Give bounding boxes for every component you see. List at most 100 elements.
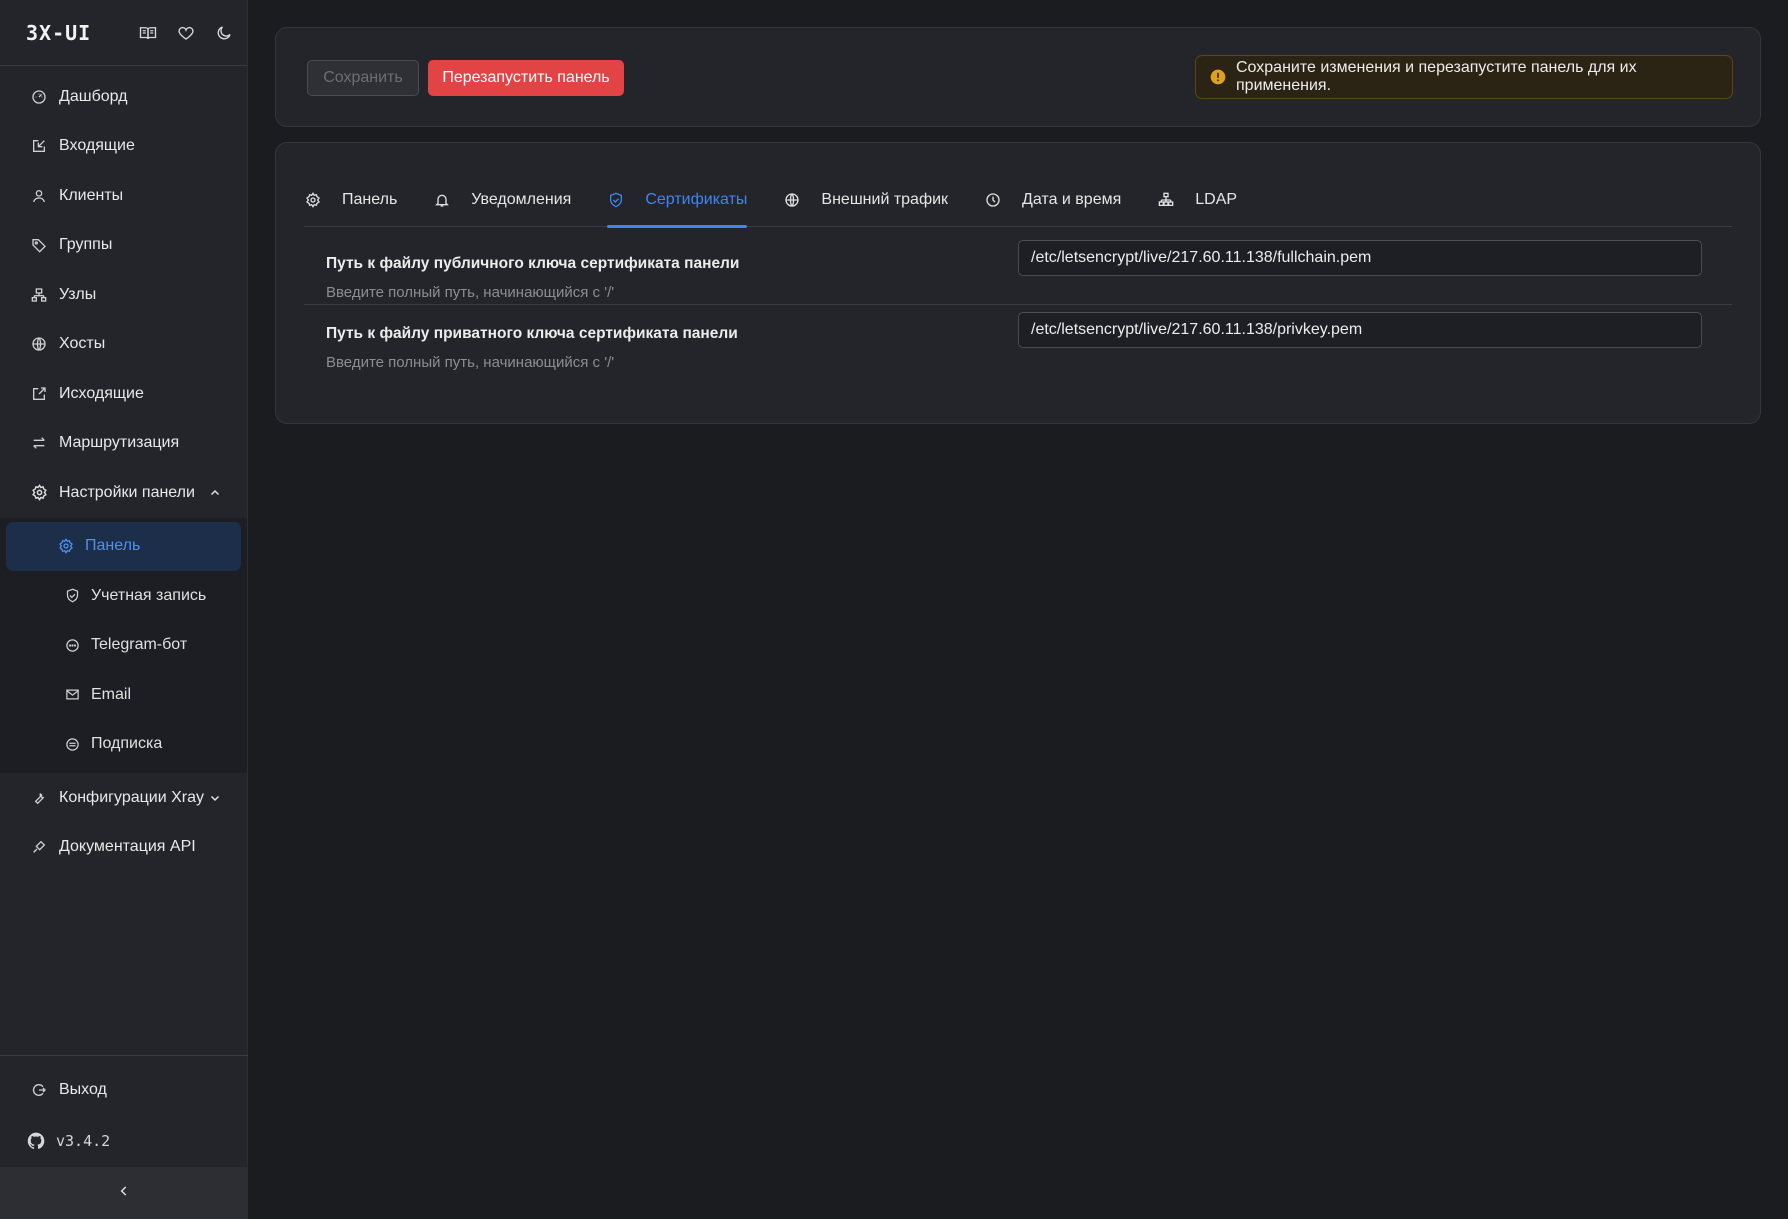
nav-item-panel-settings[interactable]: Настройки панели xyxy=(0,468,247,518)
settings-card: Панель Уведомления Сертификаты Внешний т… xyxy=(275,142,1761,424)
chat-icon xyxy=(64,637,80,653)
chevron-left-icon xyxy=(117,1184,131,1203)
shield-icon xyxy=(607,191,625,209)
sub-item-panel[interactable]: Панель xyxy=(6,521,241,571)
hierarchy-icon xyxy=(1157,191,1175,209)
gear-icon xyxy=(30,484,48,502)
sidebar-footer: Выход v3.4.2 xyxy=(0,1054,248,1168)
sidebar: 3X-UI Дашборд Входящие Клиенты Группы Уз… xyxy=(0,0,248,1219)
nav-item-xray-configs[interactable]: Конфигурации Xray xyxy=(0,773,247,823)
nav-item-nodes[interactable]: Узлы xyxy=(0,270,247,320)
nav-item-label: Клиенты xyxy=(59,186,124,204)
tab-notifications[interactable]: Уведомления xyxy=(433,173,571,227)
tab-date-time[interactable]: Дата и время xyxy=(984,173,1121,227)
sub-item-subscription[interactable]: Подписка xyxy=(6,720,241,770)
nav-item-label: Исходящие xyxy=(59,384,144,402)
sub-item-label: Email xyxy=(91,685,132,703)
api-icon xyxy=(30,838,48,856)
version-link[interactable]: v3.4.2 xyxy=(0,1115,248,1167)
sub-item-telegram[interactable]: Telegram-бот xyxy=(6,621,241,671)
public-key-path-input[interactable]: /etc/letsencrypt/live/217.60.11.138/full… xyxy=(1018,240,1702,276)
nav-item-label: Настройки панели xyxy=(59,483,195,501)
private-key-path-input[interactable]: /etc/letsencrypt/live/217.60.11.138/priv… xyxy=(1018,312,1702,348)
warning-alert: Сохраните изменения и перезапустите пане… xyxy=(1195,55,1733,99)
sub-item-label: Учетная запись xyxy=(91,586,207,604)
setting-description: Введите полный путь, начинающийся с '/' xyxy=(326,354,615,371)
tab-label: LDAP xyxy=(1195,191,1238,208)
tab-label: Дата и время xyxy=(1022,191,1122,208)
globe-icon xyxy=(30,335,48,353)
wrench-icon xyxy=(30,789,48,807)
brand-title: 3X-UI xyxy=(26,20,92,45)
tab-ldap[interactable]: LDAP xyxy=(1157,173,1237,227)
nav-item-outbounds[interactable]: Исходящие xyxy=(0,369,247,419)
user-icon xyxy=(30,187,48,205)
sub-item-email[interactable]: Email xyxy=(6,670,241,720)
outbound-icon xyxy=(30,385,48,403)
tab-certificates[interactable]: Сертификаты xyxy=(607,173,748,228)
tab-panel[interactable]: Панель xyxy=(304,173,397,227)
setting-title: Путь к файлу публичного ключа сертификат… xyxy=(326,255,740,272)
tab-label: Уведомления xyxy=(471,191,572,208)
alert-text: Сохраните изменения и перезапустите пане… xyxy=(1236,59,1637,94)
sub-item-account[interactable]: Учетная запись xyxy=(6,571,241,621)
clock-icon xyxy=(984,191,1002,209)
settings-tabs: Панель Уведомления Сертификаты Внешний т… xyxy=(304,173,1732,228)
nav-item-label: Дашборд xyxy=(59,87,128,105)
setting-public-key: Путь к файлу публичного ключа сертификат… xyxy=(304,227,1732,305)
github-icon xyxy=(26,1131,46,1151)
setting-description: Введите полный путь, начинающийся с '/' xyxy=(326,284,615,301)
action-bar: Сохранить Перезапустить панель Сохраните… xyxy=(275,27,1761,127)
bell-icon xyxy=(433,191,451,209)
nav-item-groups[interactable]: Группы xyxy=(0,221,247,271)
book-icon[interactable] xyxy=(138,23,158,43)
tab-label: Панель xyxy=(342,191,398,208)
nav-item-label: Узлы xyxy=(59,285,97,303)
tab-label: Сертификаты xyxy=(645,191,748,208)
tag-icon xyxy=(30,236,48,254)
nav-item-api-docs[interactable]: Документация API xyxy=(0,823,247,873)
mail-icon xyxy=(64,687,80,703)
panel-settings-submenu: Панель Учетная запись Telegram-бот Email… xyxy=(0,517,247,773)
chevron-down-icon xyxy=(209,792,221,804)
sub-item-label: Подписка xyxy=(91,735,163,753)
setting-title: Путь к файлу приватного ключа сертификат… xyxy=(326,325,738,342)
tab-label: Внешний трафик xyxy=(821,191,949,208)
nav-item-clients[interactable]: Клиенты xyxy=(0,171,247,221)
subscription-icon xyxy=(64,736,80,752)
warning-icon xyxy=(1210,69,1226,85)
sub-item-label: Telegram-бот xyxy=(91,636,188,654)
sidebar-collapse-button[interactable] xyxy=(0,1167,248,1219)
nav-item-dashboard[interactable]: Дашборд xyxy=(0,72,247,122)
logout-icon xyxy=(30,1081,48,1099)
nav-item-routing[interactable]: Маршрутизация xyxy=(0,419,247,469)
nav-item-label: Группы xyxy=(59,236,113,254)
dashboard-icon xyxy=(30,88,48,106)
globe-icon xyxy=(783,191,801,209)
nav-item-logout[interactable]: Выход xyxy=(0,1066,248,1116)
logout-label: Выход xyxy=(59,1081,107,1099)
gear-icon xyxy=(304,191,322,209)
restart-panel-button[interactable]: Перезапустить панель xyxy=(428,60,624,96)
chevron-up-icon xyxy=(209,487,221,499)
moon-icon[interactable] xyxy=(214,23,234,43)
gear-icon xyxy=(58,538,74,555)
inbound-icon xyxy=(30,137,48,155)
tab-external-traffic[interactable]: Внешний трафик xyxy=(783,173,948,227)
setting-private-key: Путь к файлу приватного ключа сертификат… xyxy=(304,305,1732,383)
nav-item-inbounds[interactable]: Входящие xyxy=(0,122,247,172)
nodes-icon xyxy=(30,286,48,304)
save-button[interactable]: Сохранить xyxy=(307,60,419,96)
nav-item-label: Хосты xyxy=(59,335,106,353)
sub-item-label: Панель xyxy=(85,537,141,555)
brand-header: 3X-UI xyxy=(0,0,247,66)
nav-item-label: Конфигурации Xray xyxy=(59,788,204,806)
routing-icon xyxy=(30,434,48,452)
version-label: v3.4.2 xyxy=(56,1132,111,1150)
nav-item-label: Документация API xyxy=(59,838,196,856)
nav-item-label: Входящие xyxy=(59,137,135,155)
main-nav: Дашборд Входящие Клиенты Группы Узлы Хос… xyxy=(0,66,247,872)
heart-icon[interactable] xyxy=(176,23,196,43)
nav-item-hosts[interactable]: Хосты xyxy=(0,320,247,370)
shield-icon xyxy=(64,588,80,604)
